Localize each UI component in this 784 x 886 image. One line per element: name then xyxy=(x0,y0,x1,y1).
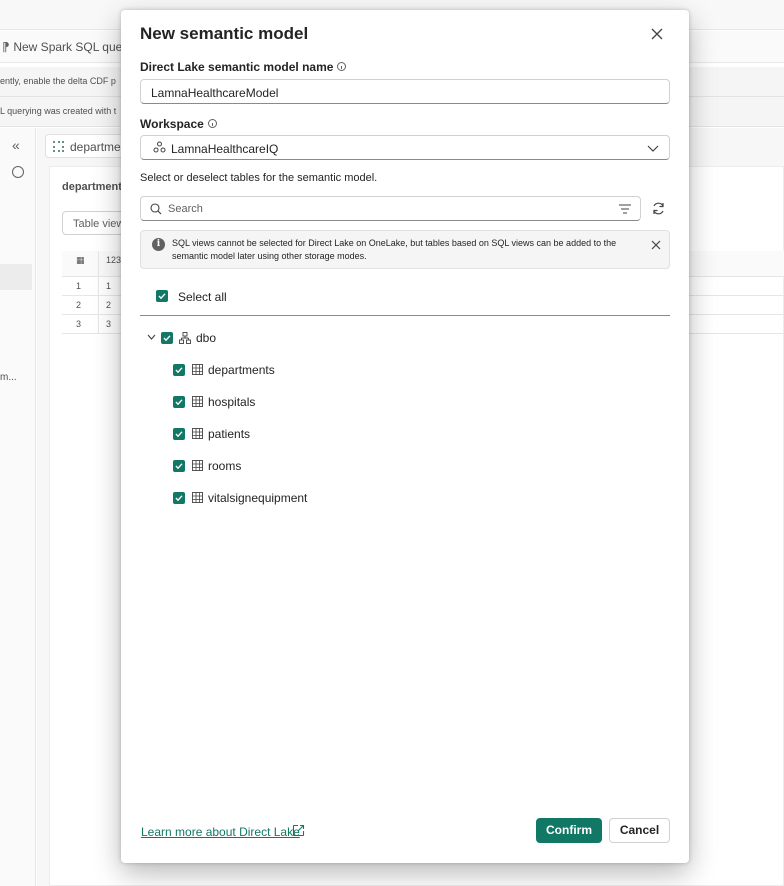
search-icon[interactable] xyxy=(12,166,24,178)
table-checkbox[interactable] xyxy=(173,492,185,504)
model-name-label: Direct Lake semantic model name xyxy=(140,60,347,74)
new-spark-sql-query-label: New Spark SQL query xyxy=(13,40,133,54)
tree-item-table[interactable]: departments xyxy=(173,360,373,380)
tree-item-table[interactable]: patients xyxy=(173,424,373,444)
row-number: 2 xyxy=(76,300,82,310)
cancel-button[interactable]: Cancel xyxy=(609,818,670,843)
row-number: 1 xyxy=(76,281,82,291)
checkmark-icon xyxy=(163,335,171,342)
checkmark-icon xyxy=(158,293,166,300)
table-icon xyxy=(53,141,64,152)
info-icon[interactable] xyxy=(337,62,347,71)
workspace-value: LamnaHealthcareIQ xyxy=(171,142,279,156)
new-semantic-model-dialog: New semantic model Direct Lake semantic … xyxy=(121,10,689,863)
table-icon xyxy=(192,396,203,407)
checkmark-icon xyxy=(175,431,183,438)
select-all-checkbox[interactable] xyxy=(156,290,168,302)
cell-value: 3 xyxy=(106,319,112,329)
schema-checkbox[interactable] xyxy=(161,332,173,344)
dialog-title: New semantic model xyxy=(140,24,309,43)
refresh-icon[interactable] xyxy=(651,201,666,216)
tree-item-table[interactable]: vitalsignequipment xyxy=(173,488,393,508)
info-icon: i xyxy=(152,238,165,251)
select-tables-hint: Select or deselect tables for the semant… xyxy=(140,172,378,184)
select-all-row: Select all xyxy=(140,286,670,316)
row-number: 3 xyxy=(76,319,82,329)
tree-item-schema[interactable]: dbo xyxy=(147,328,347,348)
info-banner-text: ently, enable the delta CDF p xyxy=(0,76,116,86)
info-icon[interactable] xyxy=(207,119,217,128)
filter-icon[interactable] xyxy=(619,204,631,214)
sql-views-notice: i SQL views cannot be selected for Direc… xyxy=(140,230,670,269)
table-search-input[interactable]: Search xyxy=(140,196,641,221)
learn-more-link[interactable]: Learn more about Direct Lake xyxy=(141,825,300,839)
table-icon: ▦ xyxy=(76,255,85,265)
table-icon xyxy=(192,428,203,439)
notice-text: SQL views cannot be selected for Direct … xyxy=(172,238,617,261)
tree-item-table[interactable]: hospitals xyxy=(173,392,373,412)
tab-label: departmen xyxy=(70,140,128,154)
table-checkbox[interactable] xyxy=(173,428,185,440)
search-placeholder: Search xyxy=(168,203,203,215)
table-icon xyxy=(192,364,203,375)
table-label: hospitals xyxy=(208,395,256,409)
cell-value: 2 xyxy=(106,300,112,310)
sidebar-selected-item[interactable] xyxy=(0,264,32,290)
column-type-label: 123 xyxy=(106,255,122,265)
chevron-down-icon[interactable] xyxy=(147,334,156,341)
table-checkbox[interactable] xyxy=(173,396,185,408)
info-banner-text: L querying was created with t xyxy=(0,106,117,116)
chevron-down-icon xyxy=(647,145,659,152)
explorer-sidebar: « m... xyxy=(0,128,36,886)
new-spark-sql-query-button[interactable]: ⁋ New Spark SQL query xyxy=(2,40,132,54)
table-label: patients xyxy=(208,427,251,441)
table-checkbox[interactable] xyxy=(173,460,185,472)
schema-icon xyxy=(179,332,191,344)
model-name-label-text: Direct Lake semantic model name xyxy=(140,60,334,74)
search-icon xyxy=(150,203,162,215)
select-all-label: Select all xyxy=(178,290,227,304)
tree-item-table[interactable]: rooms xyxy=(173,456,373,476)
table-label: departments xyxy=(208,363,275,377)
workspace-dropdown[interactable]: LamnaHealthcareIQ xyxy=(140,135,670,160)
confirm-button[interactable]: Confirm xyxy=(536,818,602,843)
schema-label: dbo xyxy=(196,331,217,345)
workspace-icon xyxy=(153,141,166,153)
table-label: vitalsignequipment xyxy=(208,491,308,505)
checkmark-icon xyxy=(175,495,183,502)
close-icon xyxy=(651,28,663,40)
table-label: rooms xyxy=(208,459,242,473)
cell-value: 1 xyxy=(106,281,112,291)
external-link-icon[interactable] xyxy=(292,824,305,837)
collapse-chevron-icon[interactable]: « xyxy=(12,137,20,153)
model-name-value: LamnaHealthcareModel xyxy=(151,86,279,100)
close-button[interactable] xyxy=(648,25,666,43)
table-icon xyxy=(192,460,203,471)
sql-query-icon: ⁋ xyxy=(2,40,10,54)
workspace-label: Workspace xyxy=(140,117,217,131)
checkmark-icon xyxy=(175,367,183,374)
sidebar-item-truncated[interactable]: m... xyxy=(0,372,17,383)
checkmark-icon xyxy=(175,463,183,470)
checkmark-icon xyxy=(175,399,183,406)
table-icon xyxy=(192,492,203,503)
dismiss-notice-icon[interactable] xyxy=(651,240,661,250)
table-name-label: department xyxy=(62,181,122,193)
table-checkbox[interactable] xyxy=(173,364,185,376)
model-name-input[interactable]: LamnaHealthcareModel xyxy=(140,79,670,104)
table-view-label: Table view xyxy=(73,218,125,230)
workspace-label-text: Workspace xyxy=(140,117,204,131)
